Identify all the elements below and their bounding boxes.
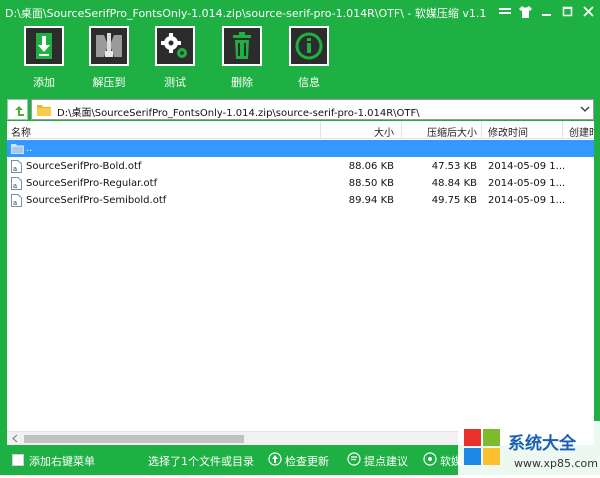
file-size: 88.06 KB bbox=[348, 161, 394, 172]
extract-to-button[interactable]: 解压到 bbox=[82, 26, 134, 94]
font-file-icon: a bbox=[11, 160, 22, 173]
chevron-down-icon[interactable] bbox=[579, 103, 591, 115]
site-watermark: 系统大全 www.xp85.com bbox=[458, 421, 600, 475]
test-label: 测试 bbox=[164, 76, 186, 89]
svg-text:www.xp85.com: www.xp85.com bbox=[514, 457, 598, 470]
context-menu-label[interactable]: 添加右键菜单 bbox=[29, 453, 95, 469]
svg-text:a: a bbox=[13, 182, 17, 190]
title-bar: D:\桌面\SourceSerifPro_FontsOnly-1.014.zip… bbox=[0, 0, 600, 24]
svg-text:系统大全: 系统大全 bbox=[508, 433, 577, 454]
update-icon[interactable] bbox=[268, 452, 282, 466]
parent-dir-row[interactable]: .. bbox=[7, 140, 594, 157]
file-row[interactable]: a SourceSerifPro-Regular.otf 88.50 KB 48… bbox=[7, 175, 594, 192]
font-file-icon: a bbox=[11, 194, 22, 207]
path-bar: D:\桌面\SourceSerifPro_FontsOnly-1.014.zip… bbox=[7, 99, 594, 120]
up-arrow-icon bbox=[14, 105, 24, 116]
windows-logo-icon: 系统大全 www.xp85.com bbox=[458, 421, 600, 475]
maximize-icon[interactable] bbox=[558, 3, 577, 20]
path-text: D:\桌面\SourceSerifPro_FontsOnly-1.014.zip… bbox=[57, 108, 420, 119]
column-header: 名称 大小 压缩后大小 修改时间 创建时 bbox=[7, 121, 594, 139]
column-created[interactable]: 创建时 bbox=[569, 124, 594, 139]
path-input[interactable]: D:\桌面\SourceSerifPro_FontsOnly-1.014.zip… bbox=[31, 99, 594, 120]
selection-status: 选择了1个文件或目录 bbox=[148, 455, 254, 468]
file-row[interactable]: a SourceSerifPro-Bold.otf 88.06 KB 47.53… bbox=[7, 158, 594, 175]
extract-to-label: 解压到 bbox=[92, 76, 126, 89]
check-update-link[interactable]: 检查更新 bbox=[285, 453, 329, 469]
info-icon bbox=[289, 26, 329, 66]
font-file-icon: a bbox=[11, 177, 22, 190]
parent-dir-label: .. bbox=[26, 143, 33, 154]
up-folder-button[interactable] bbox=[7, 99, 28, 120]
delete-label: 删除 bbox=[231, 76, 253, 89]
file-row[interactable]: a SourceSerifPro-Semibold.otf 89.94 KB 4… bbox=[7, 192, 594, 209]
file-size: 88.50 KB bbox=[348, 178, 394, 189]
column-size[interactable]: 大小 bbox=[374, 124, 394, 139]
software-icon[interactable] bbox=[423, 452, 437, 466]
add-archive-icon bbox=[24, 26, 64, 66]
toolbar: 添加 解压到 测试 删除 信息 bbox=[0, 26, 600, 94]
file-compressed-size: 47.53 KB bbox=[431, 161, 477, 172]
column-compressed-size[interactable]: 压缩后大小 bbox=[427, 124, 477, 139]
close-icon[interactable] bbox=[579, 3, 598, 20]
file-size: 89.94 KB bbox=[348, 195, 394, 206]
file-list: 名称 大小 压缩后大小 修改时间 创建时 .. a SourceSerifPro… bbox=[7, 121, 594, 445]
file-name: SourceSerifPro-Semibold.otf bbox=[26, 195, 167, 206]
gears-icon bbox=[155, 26, 195, 66]
folder-up-icon bbox=[11, 144, 24, 154]
feedback-link[interactable]: 提点建议 bbox=[364, 453, 408, 469]
menu-icon[interactable] bbox=[495, 3, 514, 20]
add-button[interactable]: 添加 bbox=[17, 26, 69, 94]
add-label: 添加 bbox=[33, 76, 55, 89]
info-button[interactable]: 信息 bbox=[282, 26, 334, 94]
file-compressed-size: 49.75 KB bbox=[431, 195, 477, 206]
file-name: SourceSerifPro-Bold.otf bbox=[26, 161, 142, 172]
shirt-icon[interactable] bbox=[516, 3, 535, 20]
svg-text:a: a bbox=[13, 165, 17, 173]
context-menu-checkbox[interactable] bbox=[12, 454, 24, 466]
folder-icon bbox=[37, 105, 51, 116]
test-button[interactable]: 测试 bbox=[148, 26, 200, 94]
window-title: D:\桌面\SourceSerifPro_FontsOnly-1.014.zip… bbox=[5, 7, 487, 20]
file-modified: 2014-05-09 1... bbox=[488, 178, 566, 189]
app-window: D:\桌面\SourceSerifPro_FontsOnly-1.014.zip… bbox=[0, 0, 600, 475]
column-name[interactable]: 名称 bbox=[11, 124, 31, 139]
column-modified[interactable]: 修改时间 bbox=[488, 124, 528, 139]
scrollbar-thumb[interactable] bbox=[24, 435, 244, 443]
info-label: 信息 bbox=[298, 76, 320, 89]
window-controls bbox=[495, 3, 598, 20]
file-modified: 2014-05-09 1... bbox=[488, 161, 566, 172]
file-name: SourceSerifPro-Regular.otf bbox=[26, 178, 158, 189]
file-modified: 2014-05-09 1... bbox=[488, 195, 566, 206]
trash-icon bbox=[222, 26, 262, 66]
delete-button[interactable]: 删除 bbox=[215, 26, 267, 94]
feedback-icon[interactable] bbox=[347, 452, 361, 466]
scroll-left-icon[interactable] bbox=[11, 434, 19, 443]
file-compressed-size: 48.84 KB bbox=[431, 178, 477, 189]
zip-extract-icon bbox=[89, 26, 129, 66]
minimize-icon[interactable] bbox=[537, 3, 556, 20]
svg-text:a: a bbox=[13, 199, 17, 207]
